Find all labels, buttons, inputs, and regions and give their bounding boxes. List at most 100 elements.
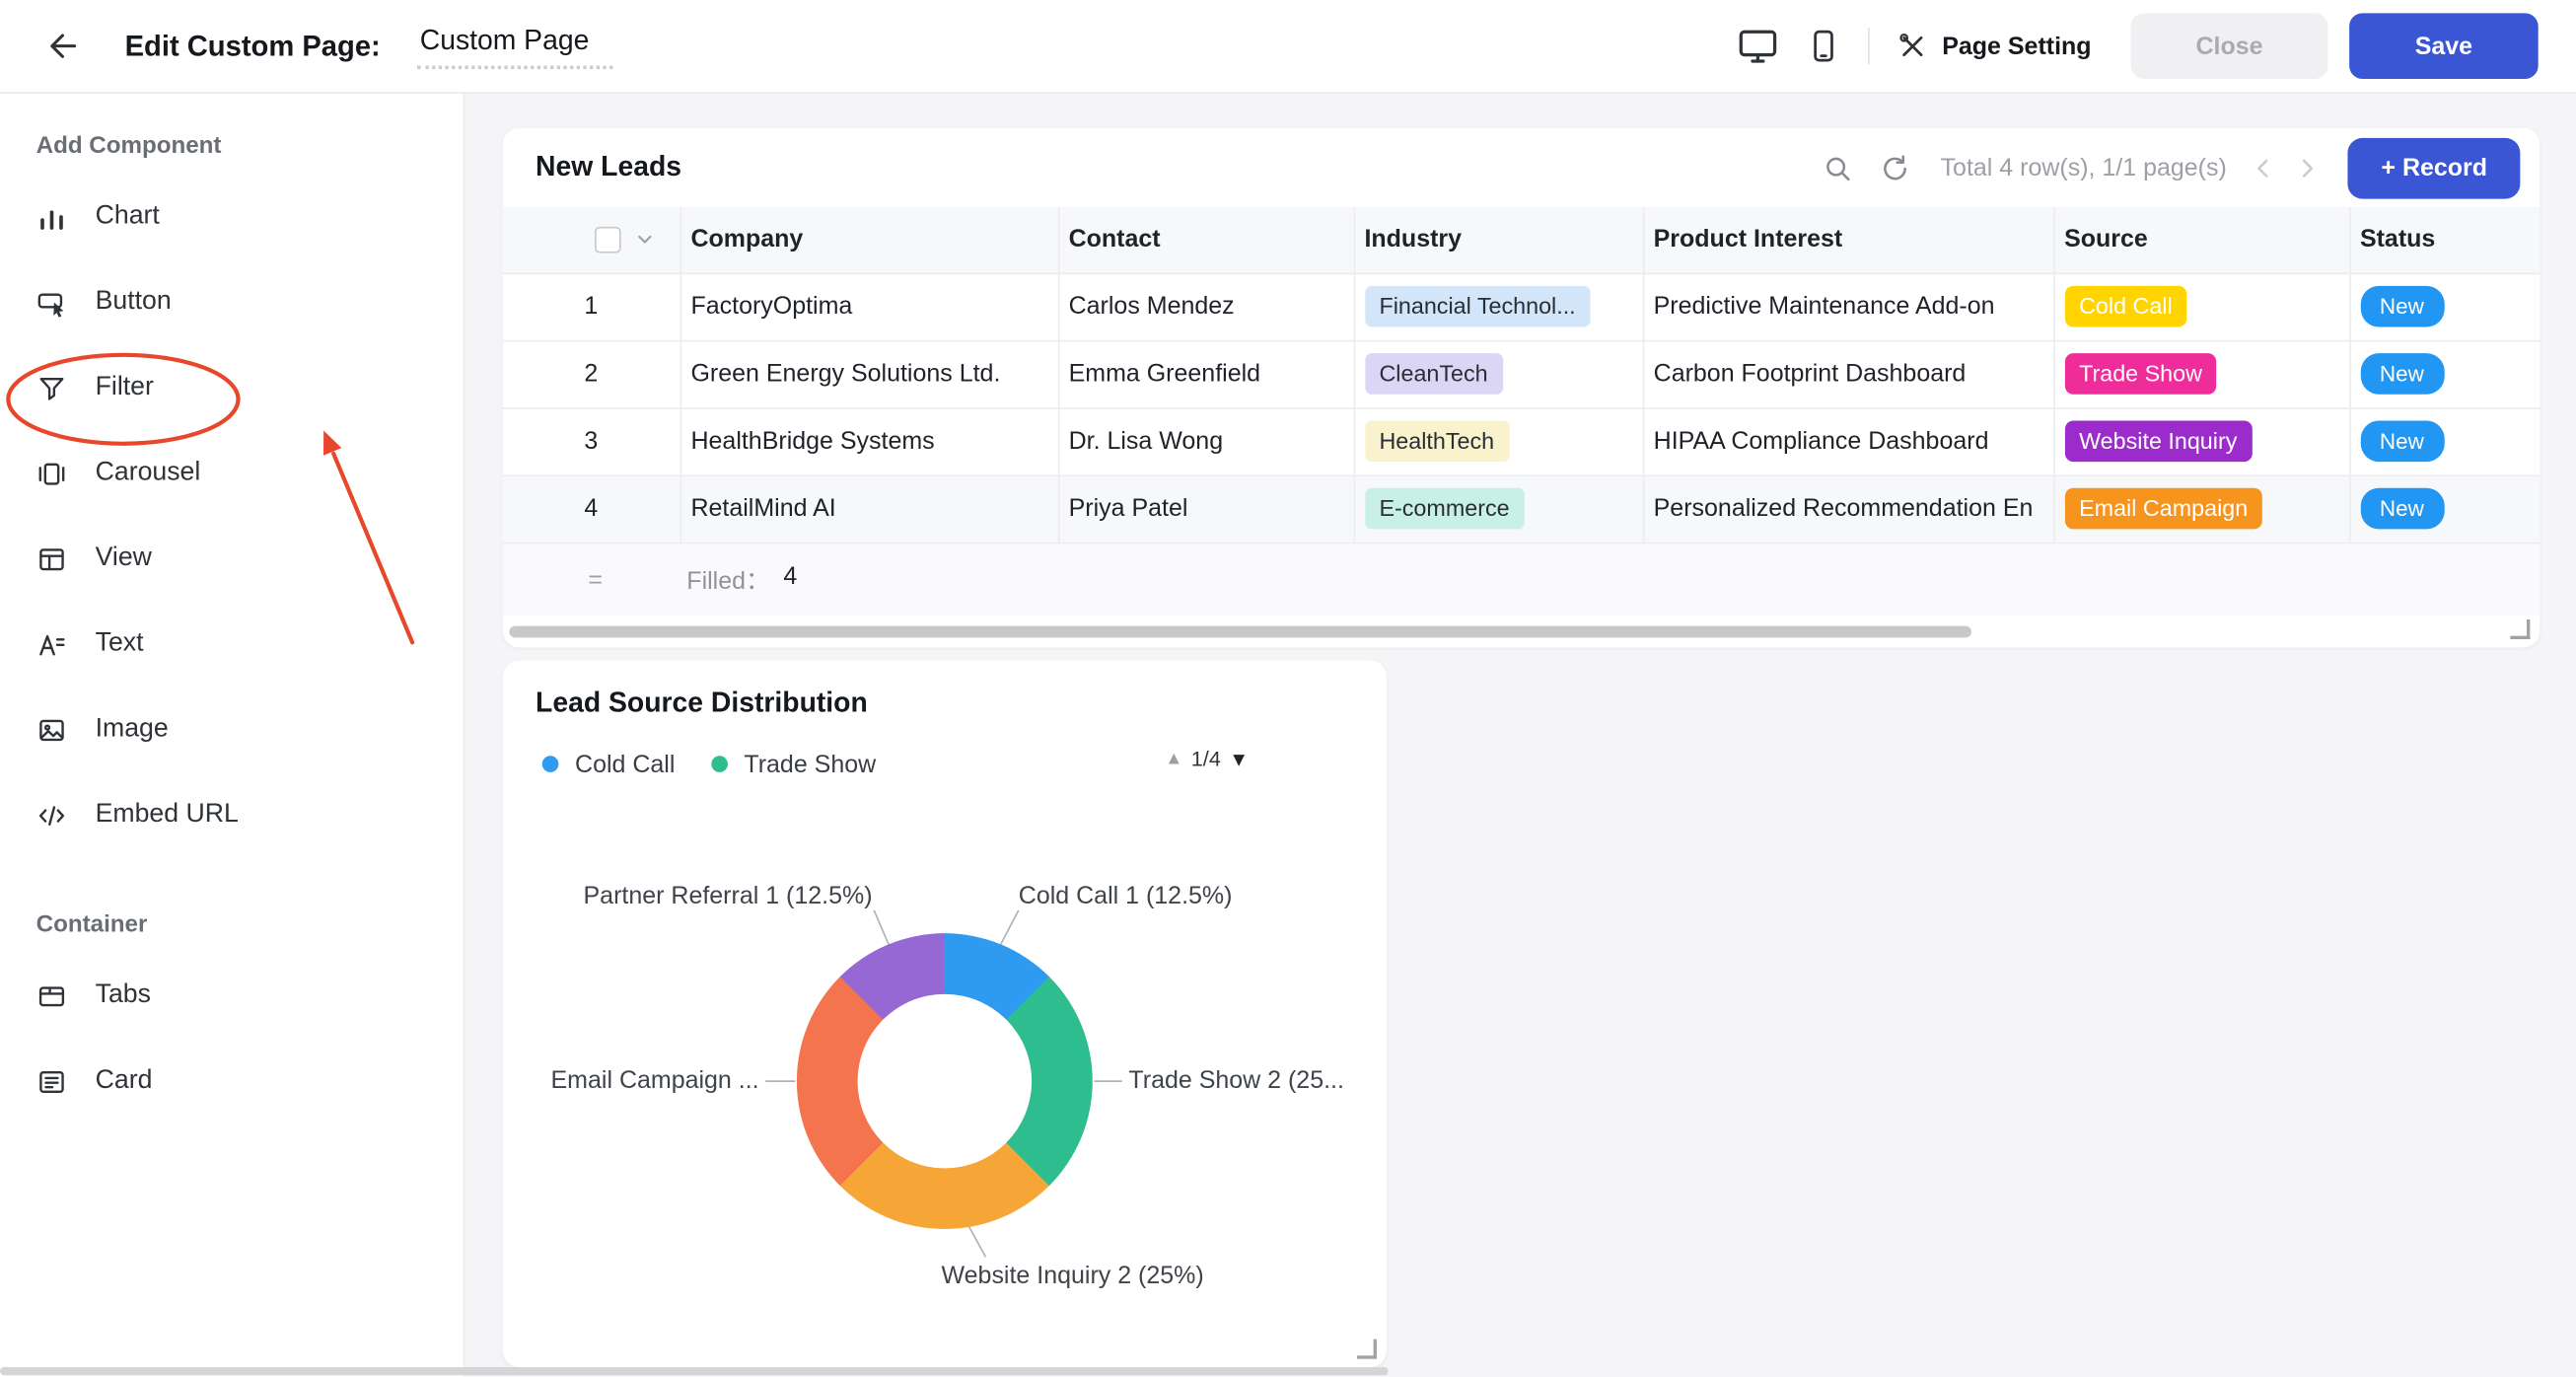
cell-contact: Dr. Lisa Wong — [1058, 407, 1354, 474]
edit-custom-page-screen: Edit Custom Page: Custom Page Page Setti… — [0, 0, 2576, 1377]
callout-partner-referral: Partner Referral 1 (12.5%) — [543, 883, 872, 910]
page-name-input[interactable]: Custom Page — [416, 24, 611, 68]
save-button[interactable]: Save — [2349, 13, 2539, 79]
table-row[interactable]: 2 Green Energy Solutions Ltd. Emma Green… — [503, 340, 2540, 407]
tools-icon — [1896, 30, 1929, 62]
table-footer: = Filled： 4 — [503, 544, 2540, 616]
table-row[interactable]: 4 RetailMind AI Priya Patel E-commerce P… — [503, 474, 2540, 542]
table-row[interactable]: 3 HealthBridge Systems Dr. Lisa Wong Hea… — [503, 407, 2540, 474]
row-number: 1 — [503, 273, 680, 340]
filled-label: Filled： — [686, 562, 770, 597]
text-icon — [36, 628, 68, 660]
industry-tag: Financial Technol... — [1364, 286, 1590, 327]
resize-handle[interactable] — [1357, 1340, 1377, 1359]
sidebar-item-label: Chart — [96, 202, 160, 232]
page-horizontal-scrollbar[interactable] — [0, 1367, 1389, 1375]
refresh-icon[interactable] — [1880, 152, 1911, 183]
callout-trade-show: Trade Show 2 (25... — [1128, 1066, 1344, 1094]
sidebar-item-image[interactable]: Image — [36, 687, 464, 772]
sidebar-item-text[interactable]: Text — [36, 602, 464, 688]
leads-table: Company Contact Industry Product Interes… — [503, 207, 2540, 544]
legend-dot — [542, 756, 559, 772]
top-bar: Edit Custom Page: Custom Page Page Setti… — [0, 0, 2576, 94]
column-header-product-interest: Product Interest — [1643, 207, 2053, 273]
horizontal-scrollbar-thumb[interactable] — [509, 626, 1971, 638]
source-tag: Trade Show — [2064, 353, 2217, 395]
divider — [1868, 28, 1870, 64]
canvas-area: New Leads Total 4 row(s), 1/1 page(s) — [466, 92, 2576, 1377]
legend-item-trade-show[interactable]: Trade Show — [711, 750, 876, 777]
legend-pager-up-icon[interactable]: ▲ — [1165, 749, 1182, 768]
table-title: New Leads — [536, 151, 681, 183]
table-block-header: New Leads Total 4 row(s), 1/1 page(s) — [503, 128, 2540, 207]
sidebar-item-label: Image — [96, 715, 169, 745]
page-title: Edit Custom Page: — [125, 29, 381, 63]
new-leads-table-block: New Leads Total 4 row(s), 1/1 page(s) — [503, 128, 2540, 647]
callout-cold-call: Cold Call 1 (12.5%) — [1019, 883, 1233, 910]
table-row[interactable]: 1 FactoryOptima Carlos Mendez Financial … — [503, 273, 2540, 340]
sidebar-item-embed-url[interactable]: Embed URL — [36, 772, 464, 858]
legend-pager-down-icon[interactable]: ▼ — [1229, 747, 1249, 769]
column-header-company: Company — [680, 207, 1058, 273]
chart-title: Lead Source Distribution — [536, 687, 1354, 719]
industry-tag: E-commerce — [1364, 488, 1524, 530]
table-header-row: Company Contact Industry Product Interes… — [503, 207, 2540, 273]
legend-pager-label: 1/4 — [1191, 746, 1221, 770]
cell-company: RetailMind AI — [680, 474, 1058, 542]
sidebar-item-button[interactable]: Button — [36, 259, 464, 345]
filled-value: 4 — [783, 562, 797, 597]
mobile-preview-icon[interactable] — [1806, 28, 1842, 64]
prev-page-icon[interactable] — [2250, 154, 2277, 181]
row-count-summary: Total 4 row(s), 1/1 page(s) — [1941, 154, 2227, 181]
carousel-icon — [36, 458, 68, 489]
next-page-icon[interactable] — [2294, 154, 2322, 181]
legend-dot — [711, 756, 728, 772]
lead-source-chart-block: Lead Source Distribution Cold Call Trade… — [503, 661, 1387, 1367]
close-button[interactable]: Close — [2131, 13, 2328, 79]
sidebar-item-label: Embed URL — [96, 800, 239, 830]
chart-icon — [36, 201, 68, 233]
legend-label: Trade Show — [744, 750, 876, 777]
resize-handle[interactable] — [2510, 619, 2530, 639]
industry-tag: HealthTech — [1364, 420, 1509, 462]
select-all-checkbox[interactable] — [595, 226, 621, 253]
status-badge: New — [2360, 488, 2444, 530]
search-icon[interactable] — [1823, 152, 1854, 183]
cell-product-interest: HIPAA Compliance Dashboard — [1643, 407, 2053, 474]
cell-product-interest: Personalized Recommendation En — [1643, 474, 2053, 542]
button-icon — [36, 287, 68, 319]
chevron-down-icon[interactable] — [632, 227, 657, 252]
callout-email-campaign: Email Campaign ... — [542, 1066, 759, 1094]
view-icon — [36, 544, 68, 575]
sidebar-item-view[interactable]: View — [36, 516, 464, 602]
column-header-status: Status — [2349, 207, 2540, 273]
add-record-button[interactable]: + Record — [2348, 137, 2520, 198]
sidebar-item-tabs[interactable]: Tabs — [36, 953, 464, 1039]
sidebar-item-filter[interactable]: Filter — [36, 345, 464, 431]
cell-contact: Priya Patel — [1058, 474, 1354, 542]
column-header-industry: Industry — [1354, 207, 1643, 273]
tabs-icon — [36, 980, 68, 1012]
section-label-container: Container — [36, 904, 464, 946]
cell-company: FactoryOptima — [680, 273, 1058, 340]
desktop-preview-icon[interactable] — [1737, 25, 1779, 67]
cell-contact: Emma Greenfield — [1058, 340, 1354, 407]
cell-product-interest: Predictive Maintenance Add-on — [1643, 273, 2053, 340]
sidebar-item-label: Card — [96, 1066, 153, 1096]
filter-icon — [36, 372, 68, 403]
sidebar-item-label: Tabs — [96, 980, 151, 1010]
back-arrow-icon[interactable] — [46, 28, 83, 64]
row-number: 2 — [503, 340, 680, 407]
legend-pager: ▲ 1/4 ▼ — [1165, 746, 1249, 770]
sidebar-item-carousel[interactable]: Carousel — [36, 430, 464, 516]
sidebar-item-chart[interactable]: Chart — [36, 175, 464, 260]
row-number: 3 — [503, 407, 680, 474]
sidebar-item-card[interactable]: Card — [36, 1039, 464, 1124]
section-label-add-component: Add Component — [36, 125, 464, 168]
cell-company: Green Energy Solutions Ltd. — [680, 340, 1058, 407]
page-setting-button[interactable]: Page Setting — [1896, 30, 2092, 62]
row-number: 4 — [503, 474, 680, 542]
legend-label: Cold Call — [575, 750, 675, 777]
legend-item-cold-call[interactable]: Cold Call — [542, 750, 676, 777]
chart-legend: Cold Call Trade Show ▲ 1/4 ▼ — [536, 746, 1354, 782]
